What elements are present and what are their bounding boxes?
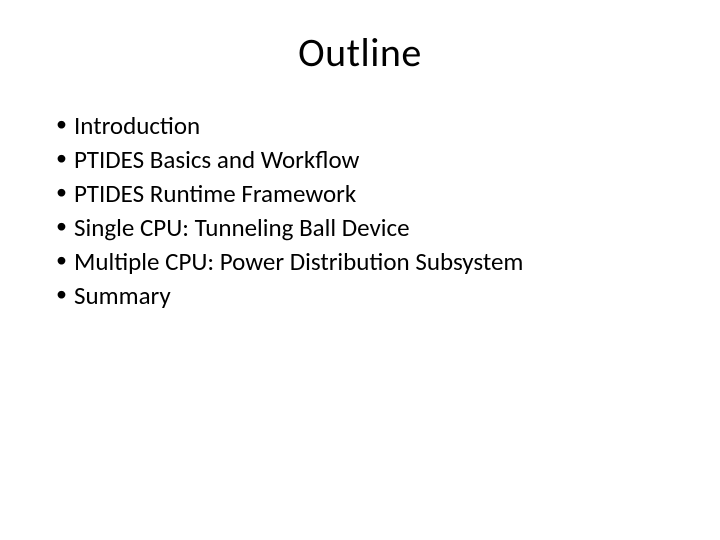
bullet-icon: • [56,109,74,140]
list-item: • PTIDES Runtime Framework [56,177,672,210]
bullet-icon: • [56,211,74,242]
bullet-icon: • [56,177,74,208]
list-item-label: PTIDES Runtime Framework [74,177,672,210]
bullet-list: • Introduction • PTIDES Basics and Workf… [48,109,672,312]
bullet-icon: • [56,279,74,310]
list-item-label: Introduction [74,109,672,142]
list-item-label: Multiple CPU: Power Distribution Subsyst… [74,245,672,278]
list-item-label: Summary [74,279,672,312]
list-item: • Single CPU: Tunneling Ball Device [56,211,672,244]
slide: Outline • Introduction • PTIDES Basics a… [0,0,720,540]
list-item: • Summary [56,279,672,312]
bullet-icon: • [56,143,74,174]
list-item-label: Single CPU: Tunneling Ball Device [74,211,672,244]
bullet-icon: • [56,245,74,276]
list-item: • Introduction [56,109,672,142]
list-item: • PTIDES Basics and Workflow [56,143,672,176]
slide-title: Outline [48,28,672,77]
list-item: • Multiple CPU: Power Distribution Subsy… [56,245,672,278]
list-item-label: PTIDES Basics and Workflow [74,143,672,176]
